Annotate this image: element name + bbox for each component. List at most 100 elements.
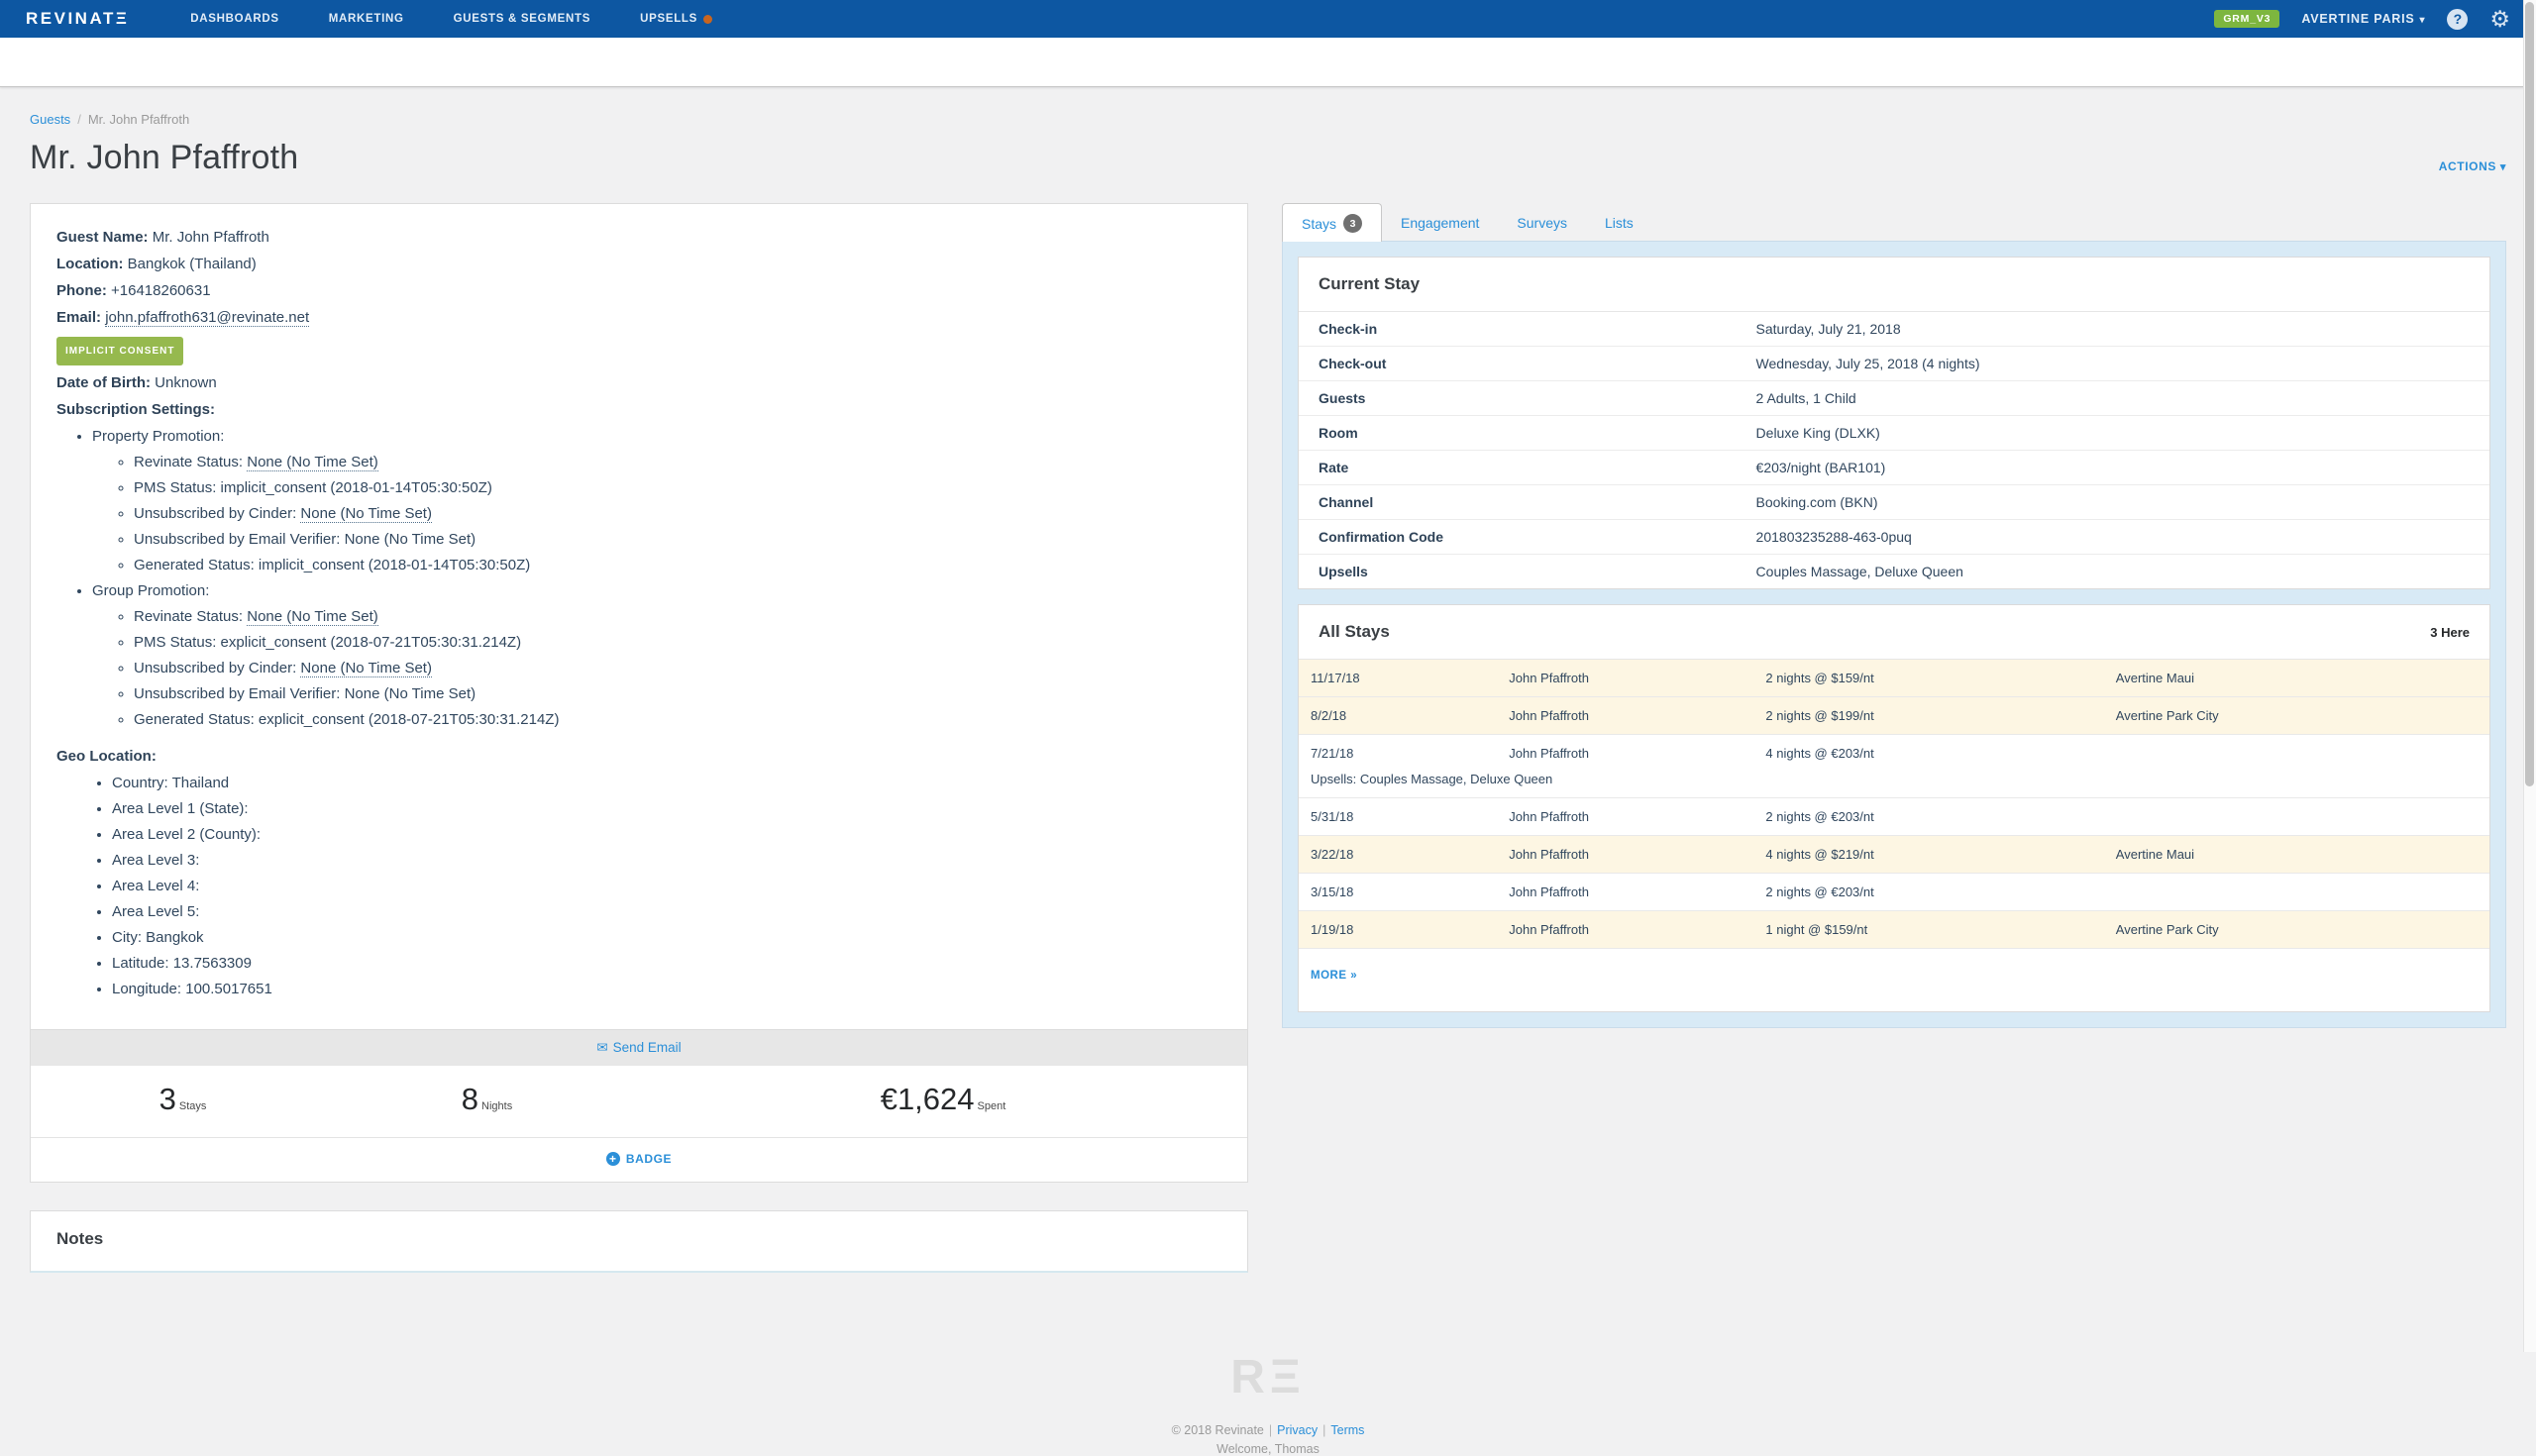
add-badge-button[interactable]: + BADGE: [606, 1152, 672, 1166]
stay-property: [2116, 884, 2478, 899]
subscription-group-items: Revinate Status: None (No Time Set) PMS S…: [134, 451, 1221, 576]
all-stays-card: All Stays 3 Here 11/17/18John Pfaffroth2…: [1298, 604, 2490, 1012]
more-row: MORE »: [1299, 949, 2489, 1011]
stay-row-main: 3/15/18John Pfaffroth2 nights @ €203/nt: [1299, 874, 2489, 910]
plus-icon: +: [606, 1152, 620, 1166]
stay-row: 8/2/18John Pfaffroth2 nights @ $199/ntAv…: [1299, 697, 2489, 735]
guest-field-value: +16418260631: [111, 282, 211, 299]
nav-item-label: UPSELLS: [640, 13, 697, 25]
guest-profile-card: Guest Name: Mr. John Pfaffroth Location: …: [30, 203, 1248, 1183]
account-menu[interactable]: AVERTINE PARIS ▾: [2301, 12, 2425, 26]
chevron-down-icon: ▾: [2420, 15, 2426, 26]
stay-property: [2116, 746, 2478, 761]
current-stay-row-value: €203/night (BAR101): [1756, 460, 2470, 475]
terms-link[interactable]: Terms: [1330, 1423, 1364, 1437]
stay-nights-rate: 2 nights @ $199/nt: [1765, 708, 2115, 723]
guest-field: Guest Name: Mr. John Pfaffroth: [56, 226, 1221, 249]
stay-date: 1/19/18: [1311, 922, 1509, 937]
current-stay-row-value: Couples Massage, Deluxe Queen: [1756, 564, 2470, 579]
page-scrollbar-thumb[interactable]: [2525, 2, 2534, 786]
subscription-item-prefix: PMS Status:: [134, 634, 221, 651]
guest-field-label: Location:: [56, 256, 124, 272]
stat-label: Stays: [179, 1100, 207, 1112]
subscription-group-label: Group Promotion:: [92, 582, 209, 599]
subscription-item: PMS Status: explicit_consent (2018-07-21…: [134, 631, 1221, 654]
subscription-item-value: implicit_consent (2018-01-14T05:30:50Z): [259, 557, 530, 573]
stat-label: Nights: [481, 1100, 512, 1112]
stay-row-main: 11/17/18John Pfaffroth2 nights @ $159/nt…: [1299, 660, 2489, 696]
nav-item-label: DASHBOARDS: [190, 13, 278, 25]
stat-value: 3: [159, 1082, 176, 1116]
tab-surveys[interactable]: Surveys: [1498, 203, 1586, 241]
nav-item-upsells[interactable]: UPSELLS: [640, 13, 712, 25]
secondary-header-strip: [0, 38, 2536, 87]
guest-field: Location: Bangkok (Thailand): [56, 253, 1221, 275]
top-navigation-bar: REVINATΞ DASHBOARDS MARKETING GUESTS & SEG…: [0, 0, 2536, 38]
tab-stays[interactable]: Stays3: [1282, 203, 1382, 242]
badge-button-label: BADGE: [626, 1152, 672, 1166]
page-scrollbar-track[interactable]: [2523, 0, 2536, 1352]
gear-icon[interactable]: ⚙: [2489, 9, 2510, 30]
current-stay-row: Confirmation Code201803235288-463-0puq: [1299, 520, 2489, 555]
subscription-item-value: explicit_consent (2018-07-21T05:30:31.21…: [221, 634, 522, 651]
stay-row: 1/19/18John Pfaffroth1 night @ $159/ntAv…: [1299, 911, 2489, 949]
stay-row: 7/21/18John Pfaffroth4 nights @ €203/ntU…: [1299, 735, 2489, 798]
current-stay-row-value: 2 Adults, 1 Child: [1756, 390, 2470, 406]
account-label: AVERTINE PARIS: [2301, 12, 2414, 26]
nav-item-dashboards[interactable]: DASHBOARDS: [190, 13, 278, 25]
copyright-text: © 2018 Revinate: [1172, 1423, 1264, 1437]
current-stay-row-label: Confirmation Code: [1319, 529, 1756, 545]
stay-guest-name: John Pfaffroth: [1509, 847, 1765, 862]
breadcrumb-current: Mr. John Pfaffroth: [88, 112, 189, 127]
guest-stat-stays: 3Stays: [31, 1082, 335, 1117]
guest-field-value: Bangkok (Thailand): [128, 256, 257, 272]
actions-button[interactable]: ACTIONS ▾: [2439, 159, 2506, 177]
subscription-item-prefix: Unsubscribed by Email Verifier:: [134, 685, 345, 702]
tab-lists[interactable]: Lists: [1586, 203, 1652, 241]
current-stay-row: Rate€203/night (BAR101): [1299, 451, 2489, 485]
tab-engagement[interactable]: Engagement: [1382, 203, 1498, 241]
geo-item: Latitude: 13.7563309: [112, 952, 1221, 975]
tab-label: Lists: [1605, 215, 1634, 231]
geo-item: Area Level 3:: [112, 849, 1221, 872]
guest-stat-spent: €1,624Spent: [639, 1082, 1247, 1117]
more-stays-link[interactable]: MORE »: [1311, 970, 1357, 982]
send-email-button[interactable]: ✉Send Email: [596, 1040, 681, 1055]
all-stays-title: All Stays: [1319, 622, 1390, 642]
current-stay-row: UpsellsCouples Massage, Deluxe Queen: [1299, 555, 2489, 588]
nav-item-marketing[interactable]: MARKETING: [329, 13, 404, 25]
stay-date: 11/17/18: [1311, 671, 1509, 685]
stay-date: 7/21/18: [1311, 746, 1509, 761]
subscription-item: Unsubscribed by Cinder: None (No Time Se…: [134, 502, 1221, 525]
guest-field: Phone: +16418260631: [56, 279, 1221, 302]
subscription-item: Generated Status: implicit_consent (2018…: [134, 554, 1221, 576]
tab-label: Stays: [1302, 216, 1336, 232]
consent-status-badge: IMPLICIT CONSENT: [56, 337, 183, 365]
revinate-logo[interactable]: REVINATΞ: [26, 9, 129, 29]
stay-nights-rate: 2 nights @ $159/nt: [1765, 671, 2115, 685]
guest-field-value[interactable]: john.pfaffroth631@revinate.net: [105, 309, 309, 327]
subscription-item-value: None (No Time Set): [345, 531, 476, 548]
subscription-item: Revinate Status: None (No Time Set): [134, 451, 1221, 473]
current-stay-row-label: Check-out: [1319, 356, 1756, 371]
footer-copyright-line: © 2018 Revinate|Privacy|Terms: [30, 1423, 2506, 1437]
breadcrumb-guests-link[interactable]: Guests: [30, 112, 70, 127]
subscription-item: PMS Status: implicit_consent (2018-01-14…: [134, 476, 1221, 499]
stay-guest-name: John Pfaffroth: [1509, 671, 1765, 685]
privacy-link[interactable]: Privacy: [1277, 1423, 1318, 1437]
subscription-item-value: None (No Time Set): [300, 505, 432, 523]
stay-row-main: 3/22/18John Pfaffroth4 nights @ $219/ntA…: [1299, 836, 2489, 873]
current-stay-row: Check-inSaturday, July 21, 2018: [1299, 312, 2489, 347]
geo-location-label: Geo Location:: [56, 745, 1221, 768]
help-icon[interactable]: ?: [2447, 9, 2468, 30]
subscription-item: Revinate Status: None (No Time Set): [134, 605, 1221, 628]
notification-dot: [703, 15, 712, 24]
subscription-group: Group Promotion: Revinate Status: None (N…: [92, 579, 1221, 731]
guest-field-value: Mr. John Pfaffroth: [153, 229, 269, 246]
guest-stats-row: 3Stays8Nights€1,624Spent: [31, 1066, 1247, 1137]
nav-item-guests-segments[interactable]: GUESTS & SEGMENTS: [454, 13, 590, 25]
chevron-down-icon: ▾: [2500, 161, 2506, 173]
stay-row: 3/22/18John Pfaffroth4 nights @ $219/ntA…: [1299, 836, 2489, 874]
stay-nights-rate: 4 nights @ $219/nt: [1765, 847, 2115, 862]
tab-label: Surveys: [1517, 215, 1567, 231]
